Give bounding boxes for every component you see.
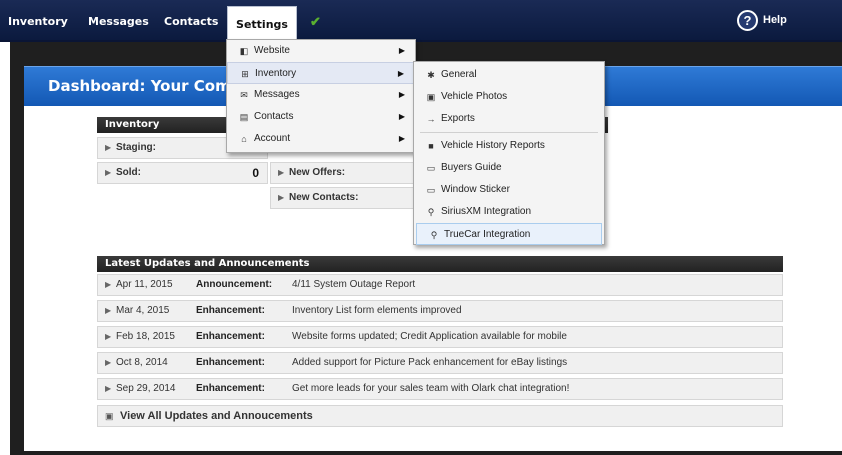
menu-item-label: Exports [441,113,475,124]
account-icon: ⌂ [241,134,247,144]
menu-item-label: Website [254,45,290,56]
help-label: Help [763,14,787,26]
sticker-icon: ▭ [426,185,436,195]
update-text: Website forms updated; Credit Applicatio… [292,331,567,342]
export-icon: → [426,114,436,124]
update-type: Announcement: [196,279,273,290]
submenu-item-buyers-guide[interactable]: ▭ Buyers Guide [414,157,604,179]
submenu-arrow-icon: ▶ [398,112,405,121]
menu-separator [420,132,598,133]
settings-menu: ◧ Website ▶ ⊞ Inventory ▶ ✉ Messages ▶ ▤… [226,39,416,153]
help-icon: ? [737,9,758,31]
submenu-item-exports[interactable]: → Exports [414,108,604,130]
submenu-arrow-icon: ▶ [398,134,405,143]
contacts-icon: ▤ [239,112,249,122]
update-text: Get more leads for your sales team with … [292,383,570,394]
website-icon: ◧ [239,46,249,56]
row-label: New Offers: [289,167,346,178]
view-all-updates-link[interactable]: ▣ View All Updates and Annoucements [97,405,783,427]
menu-item-label: Contacts [254,111,294,122]
menu-item-label: Window Sticker [441,184,510,195]
menu-item-label: Messages [254,89,300,100]
messages-icon: ✉ [240,90,248,100]
expand-arrow-icon: ▶ [278,168,285,177]
update-type: Enhancement: [196,357,265,368]
submenu-item-vehicle-photos[interactable]: ▣ Vehicle Photos [414,86,604,108]
menu-item-messages[interactable]: ✉ Messages ▶ [227,84,415,106]
nav-inventory[interactable]: Inventory [8,0,68,42]
row-label: New Contacts: [289,192,359,203]
menu-item-contacts[interactable]: ▤ Contacts ▶ [227,106,415,128]
integration-icon: ⚲ [430,230,438,240]
view-all-label: View All Updates and Annoucements [120,410,313,422]
submenu-arrow-icon: ▶ [398,90,405,99]
expand-arrow-icon: ▶ [105,168,112,177]
help-button[interactable]: ? Help [737,9,787,31]
inventory-icon: ⊞ [241,69,249,79]
leads-row-new-offers[interactable]: ▶ New Offers: [270,162,415,184]
submenu-item-window-sticker[interactable]: ▭ Window Sticker [414,179,604,201]
updates-panel-title: Latest Updates and Announcements [97,256,783,272]
gear-icon: ✱ [427,70,435,80]
update-row[interactable]: ▶ Oct 8, 2014 Enhancement: Added support… [97,352,783,374]
update-row[interactable]: ▶ Apr 11, 2015 Announcement: 4/11 System… [97,274,783,296]
expand-arrow-icon: ▶ [105,384,112,393]
expand-arrow-icon: ▶ [278,193,285,202]
update-text: Added support for Picture Pack enhanceme… [292,357,568,368]
nav-messages[interactable]: Messages [88,0,149,42]
submenu-item-truecar-integration[interactable]: ⚲ TrueCar Integration [416,223,602,245]
submenu-item-general[interactable]: ✱ General [414,64,604,86]
row-label: Sold: [116,167,141,178]
submenu-item-siriusxm-integration[interactable]: ⚲ SiriusXM Integration [414,201,604,223]
update-row[interactable]: ▶ Mar 4, 2015 Enhancement: Inventory Lis… [97,300,783,322]
leads-row-new-contacts[interactable]: ▶ New Contacts: [270,187,415,209]
menu-item-label: General [441,69,477,80]
submenu-item-vehicle-history-reports[interactable]: ■ Vehicle History Reports [414,135,604,157]
photo-icon: ▣ [426,92,436,102]
menu-item-label: TrueCar Integration [444,229,531,240]
expand-arrow-icon: ▶ [105,280,112,289]
integration-icon: ⚲ [427,207,435,217]
update-date: Sep 29, 2014 [116,383,176,394]
menu-item-inventory[interactable]: ⊞ Inventory ▶ [227,62,415,84]
menu-item-account[interactable]: ⌂ Account ▶ [227,128,415,150]
menu-item-label: Vehicle Photos [441,91,508,102]
check-icon: ✔ [310,14,321,29]
row-value: 0 [252,166,259,180]
expand-arrow-icon: ▶ [105,332,112,341]
top-nav: Inventory Messages Contacts Settings ✔ ?… [0,0,842,42]
external-link-icon: ▣ [105,411,114,421]
update-type: Enhancement: [196,383,265,394]
guide-icon: ▭ [426,163,436,173]
menu-item-label: Inventory [255,68,297,79]
menu-item-website[interactable]: ◧ Website ▶ [227,40,415,62]
nav-contacts[interactable]: Contacts [164,0,218,42]
expand-arrow-icon: ▶ [105,143,112,152]
submenu-arrow-icon: ▶ [397,69,404,78]
submenu-arrow-icon: ▶ [398,46,405,55]
menu-item-label: Buyers Guide [441,162,502,173]
expand-arrow-icon: ▶ [105,358,112,367]
inventory-submenu: ✱ General ▣ Vehicle Photos → Exports ■ V… [413,61,605,245]
update-type: Enhancement: [196,305,265,316]
update-date: Oct 8, 2014 [116,357,168,368]
inventory-row-sold[interactable]: ▶ Sold: 0 [97,162,268,184]
row-label: Staging: [116,142,156,153]
report-icon: ■ [428,141,434,151]
update-date: Apr 11, 2015 [116,279,173,290]
update-text: 4/11 System Outage Report [292,279,416,290]
update-row[interactable]: ▶ Feb 18, 2015 Enhancement: Website form… [97,326,783,348]
update-row[interactable]: ▶ Sep 29, 2014 Enhancement: Get more lea… [97,378,783,400]
expand-arrow-icon: ▶ [105,306,112,315]
page-title: Dashboard: Your Compa [48,77,252,95]
nav-settings[interactable]: Settings [227,6,297,42]
menu-item-label: Account [254,133,291,144]
menu-item-label: Vehicle History Reports [441,140,545,151]
update-date: Mar 4, 2015 [116,305,170,316]
update-date: Feb 18, 2015 [116,331,175,342]
update-text: Inventory List form elements improved [292,305,462,316]
update-type: Enhancement: [196,331,265,342]
menu-item-label: SiriusXM Integration [441,206,532,217]
